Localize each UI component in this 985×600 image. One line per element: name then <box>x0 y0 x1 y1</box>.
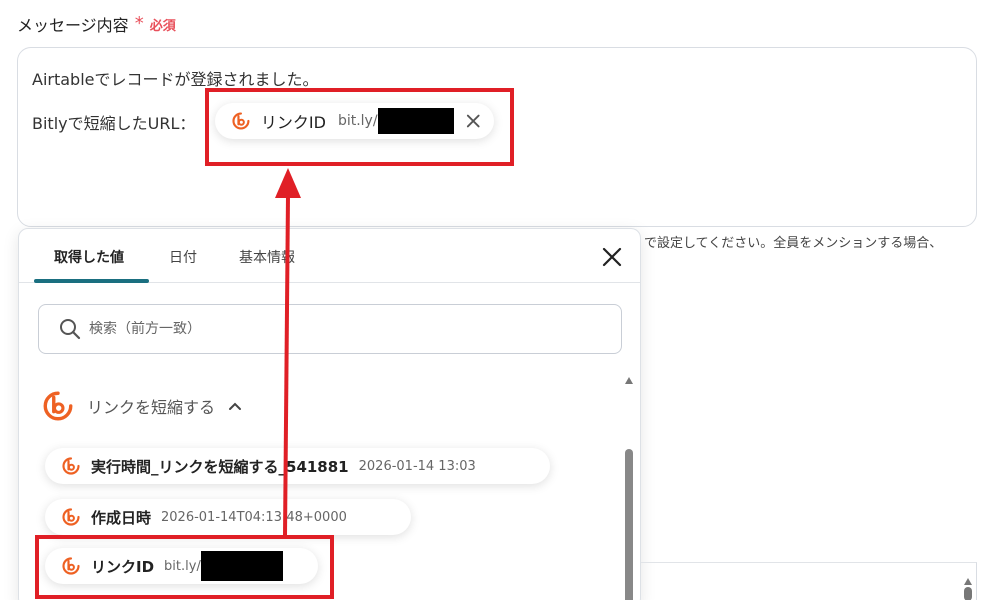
item-value: 2026-01-14T04:13:48+0000 <box>161 509 347 525</box>
list-item[interactable]: 実行時間_リンクを短縮する_541881 2026-01-14 13:03 <box>45 448 550 484</box>
item-label: 実行時間_リンクを短縮する_541881 <box>91 457 349 476</box>
scroll-up-arrow[interactable] <box>625 377 633 384</box>
message-line-1: Airtableでレコードが登録されました。 <box>32 70 319 89</box>
scroll-thumb[interactable] <box>625 449 633 600</box>
required-star: * <box>134 13 144 34</box>
scroll-up-arrow[interactable] <box>964 578 972 585</box>
bitly-icon <box>62 508 80 526</box>
tab-basic-info[interactable]: 基本情報 <box>239 247 295 267</box>
next-field-box <box>641 562 977 600</box>
search-input[interactable] <box>89 321 569 337</box>
field-label: メッセージ内容 * 必須 <box>17 12 176 36</box>
tab-bar: 取得した値 日付 基本情報 <box>19 229 640 283</box>
item-value: 2026-01-14 13:03 <box>358 458 476 474</box>
list-item[interactable]: 作成日時 2026-01-14T04:13:48+0000 <box>45 499 411 535</box>
required-badge: 必須 <box>149 18 176 34</box>
tab-date[interactable]: 日付 <box>169 247 197 267</box>
group-title: リンクを短縮する <box>87 398 216 417</box>
highlight-box-list-item <box>35 535 334 599</box>
search-icon <box>60 319 81 340</box>
close-icon[interactable] <box>600 245 624 269</box>
scroll-thumb[interactable] <box>964 587 972 600</box>
chevron-up-icon <box>229 402 242 410</box>
search-field[interactable] <box>38 304 622 354</box>
field-label-text: メッセージ内容 <box>17 16 129 35</box>
page-scrollbar[interactable] <box>963 578 973 600</box>
message-line-2-prefix: Bitlyで短縮したURL： <box>32 114 196 133</box>
panel-scrollbar[interactable] <box>622 374 636 600</box>
highlight-box-message-chip <box>205 88 514 166</box>
item-label: 作成日時 <box>91 508 152 527</box>
hint-text: で設定してください。全員をメンションする場合、 <box>644 236 943 251</box>
bitly-icon <box>43 391 73 421</box>
bitly-icon <box>62 457 80 475</box>
active-tab-indicator <box>34 279 149 283</box>
group-header-shorten-link[interactable]: リンクを短縮する <box>41 389 243 423</box>
tab-acquired-values[interactable]: 取得した値 <box>54 247 124 267</box>
